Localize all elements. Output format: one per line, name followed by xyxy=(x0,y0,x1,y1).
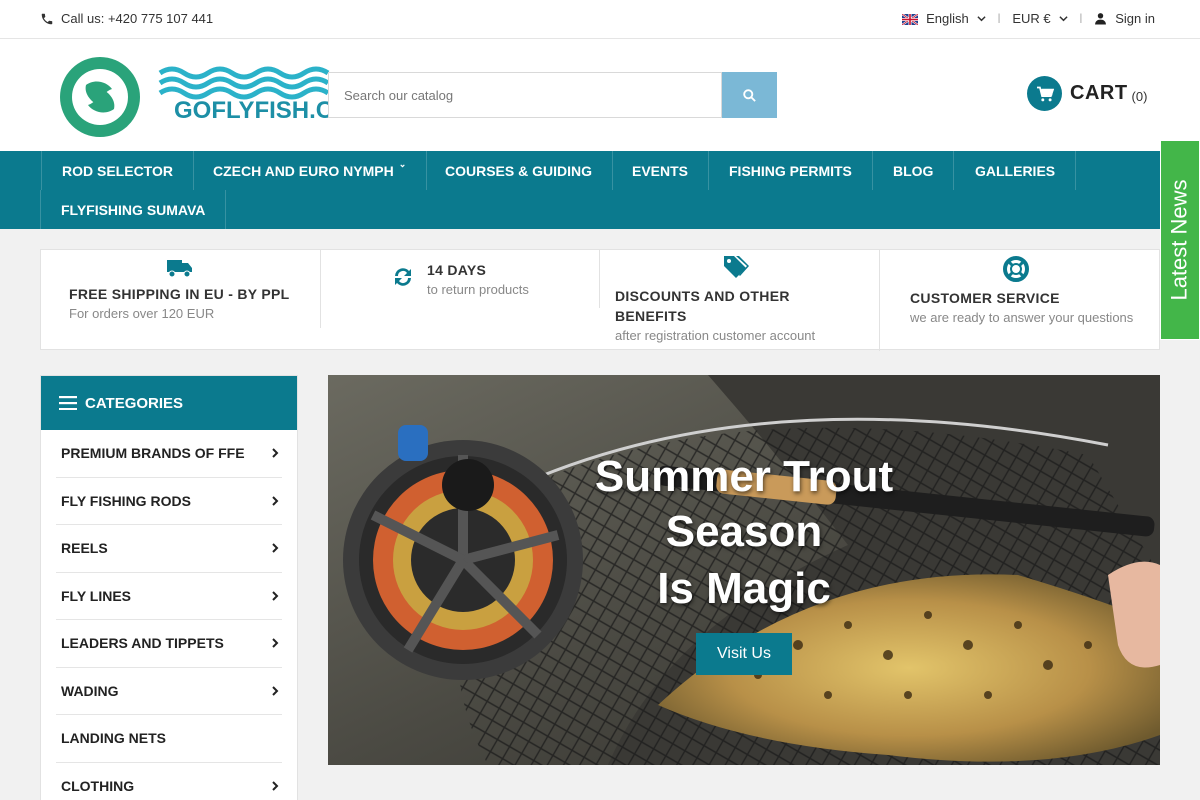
benefit-title: CUSTOMER SERVICE xyxy=(910,290,1060,306)
nav-label: FISHING PERMITS xyxy=(729,162,852,179)
category-label: FLY LINES xyxy=(61,587,132,604)
refresh-icon xyxy=(395,268,411,286)
search-icon xyxy=(743,88,756,102)
chevron-down-icon: ⌄ xyxy=(398,159,407,169)
chevron-down-icon[interactable] xyxy=(1059,14,1068,23)
benefit-returns: 14 DAYS to return products xyxy=(391,262,529,361)
category-item[interactable]: CLOTHING xyxy=(56,763,282,800)
svg-text:GOFLYFISH.CZ: GOFLYFISH.CZ xyxy=(174,97,348,124)
search-button[interactable] xyxy=(722,72,777,118)
main-navigation: ROD SELECTOR CZECH AND EURO NYMPH ⌄ COURS… xyxy=(0,151,1200,229)
search-bar: Search our catalog xyxy=(328,72,777,118)
nav-label: ROD SELECTOR xyxy=(62,162,173,179)
hero-banner[interactable]: Summer Trout Season Is Magic Visit Us xyxy=(328,375,1160,765)
nav-events[interactable]: EVENTS xyxy=(612,151,710,190)
hero-line: Summer Trout xyxy=(594,452,894,501)
chevron-down-icon[interactable] xyxy=(977,14,986,23)
nav-rod-selector[interactable]: ROD SELECTOR xyxy=(41,151,194,190)
cart-count: (0) xyxy=(1131,89,1148,104)
category-label: CLOTHING xyxy=(61,778,135,795)
nav-label: CZECH AND EURO NYMPH xyxy=(213,162,394,179)
category-item[interactable]: LANDING NETS xyxy=(56,715,282,763)
cart-label: CART xyxy=(1070,82,1128,104)
benefit-title: 14 DAYS xyxy=(427,262,487,278)
phone-icon xyxy=(41,13,53,24)
category-item[interactable]: FLY FISHING RODS xyxy=(56,478,282,525)
benefit-subtitle: we are ready to answer your questions xyxy=(910,310,1134,325)
categories-title: CATEGORIES xyxy=(85,394,184,412)
category-item[interactable]: FLY LINES xyxy=(56,573,282,620)
user-icon xyxy=(1095,13,1107,25)
search-input[interactable]: Search our catalog xyxy=(328,72,722,118)
latest-news-label: Latest News xyxy=(1167,179,1192,301)
currency-selector[interactable]: EUR € xyxy=(1012,11,1050,26)
category-label: PREMIUM BRANDS OF FFE xyxy=(61,445,245,462)
category-item[interactable]: REELS xyxy=(56,525,282,573)
nav-label: FLYFISHING SUMAVA xyxy=(61,201,206,218)
nav-courses-guiding[interactable]: COURSES & GUIDING xyxy=(425,151,614,190)
category-label: FLY FISHING RODS xyxy=(61,492,191,509)
truck-icon xyxy=(69,258,329,283)
cart-button[interactable]: CART (0) xyxy=(1027,76,1147,111)
chevron-right-icon[interactable] xyxy=(271,496,279,506)
sign-in-link[interactable]: Sign in xyxy=(1115,11,1155,26)
language-selector[interactable]: English xyxy=(926,11,969,26)
chevron-right-icon[interactable] xyxy=(271,543,279,553)
benefit-subtitle: to return products xyxy=(427,282,529,297)
nav-label: GALLERIES xyxy=(975,162,1056,179)
benefit-subtitle: after registration customer account xyxy=(615,328,816,343)
hero-line: Is Magic xyxy=(657,564,831,613)
nav-fishing-permits[interactable]: FISHING PERMITS xyxy=(709,151,873,190)
nav-flyfishing-sumava[interactable]: FLYFISHING SUMAVA xyxy=(40,190,227,229)
nav-blog[interactable]: BLOG xyxy=(873,151,955,190)
chevron-right-icon[interactable] xyxy=(271,781,279,791)
header: GOFLYFISH.CZ Search our catalog CART (0) xyxy=(0,39,1200,151)
benefit-shipping: FREE SHIPPING IN EU - BY PPL For orders … xyxy=(69,258,329,357)
menu-icon xyxy=(59,396,77,410)
uk-flag-icon xyxy=(901,13,919,26)
category-item[interactable]: PREMIUM BRANDS OF FFE xyxy=(56,430,282,478)
nav-label: BLOG xyxy=(893,162,934,179)
category-label: LEADERS AND TIPPETS xyxy=(61,635,224,652)
visit-us-button[interactable]: Visit Us xyxy=(696,633,792,675)
lifebuoy-icon xyxy=(910,256,1150,287)
tags-icon xyxy=(615,254,845,285)
category-label: WADING xyxy=(61,682,119,699)
category-item[interactable]: WADING xyxy=(56,668,282,715)
divider xyxy=(599,250,600,308)
divider xyxy=(320,250,321,328)
divider: | xyxy=(997,13,1001,24)
category-label: LANDING NETS xyxy=(61,730,166,747)
benefits-strip: FREE SHIPPING IN EU - BY PPL For orders … xyxy=(40,249,1160,353)
category-item[interactable]: LEADERS AND TIPPETS xyxy=(56,620,282,668)
category-label: REELS xyxy=(61,540,108,557)
benefit-discounts: DISCOUNTS AND OTHER BENEFITS after regis… xyxy=(615,254,845,353)
top-bar: Call us: +420 775 107 441 English | EUR … xyxy=(0,0,1200,39)
site-logo[interactable]: GOFLYFISH.CZ xyxy=(58,55,358,139)
benefit-title: DISCOUNTS AND OTHER BENEFITS xyxy=(615,288,790,324)
nav-czech-euro-nymph[interactable]: CZECH AND EURO NYMPH ⌄ xyxy=(193,151,428,190)
benefit-title: FREE SHIPPING IN EU - BY PPL xyxy=(69,286,290,302)
hero-headline: Summer Trout Season Is Magic xyxy=(328,449,1160,616)
divider: | xyxy=(1079,13,1083,24)
nav-label: EVENTS xyxy=(632,162,689,179)
call-us[interactable]: Call us: +420 775 107 441 xyxy=(40,11,213,26)
latest-news-tab[interactable]: Latest News xyxy=(1160,140,1200,340)
chevron-right-icon[interactable] xyxy=(271,448,279,458)
benefit-customer-service: CUSTOMER SERVICE we are ready to answer … xyxy=(910,256,1150,355)
nav-label: COURSES & GUIDING xyxy=(445,162,593,179)
divider xyxy=(879,250,880,351)
chevron-right-icon[interactable] xyxy=(271,638,279,648)
hero-line: Season xyxy=(665,507,823,556)
nav-galleries[interactable]: GALLERIES xyxy=(955,151,1077,190)
categories-panel: CATEGORIES PREMIUM BRANDS OF FFE FLY FISH… xyxy=(40,375,298,800)
categories-header[interactable]: CATEGORIES xyxy=(41,376,297,430)
call-us-text: Call us: +420 775 107 441 xyxy=(61,11,214,26)
chevron-right-icon[interactable] xyxy=(271,591,279,601)
chevron-right-icon[interactable] xyxy=(271,686,279,696)
categories-list: PREMIUM BRANDS OF FFE FLY FISHING RODS REE… xyxy=(41,430,297,800)
benefit-subtitle: For orders over 120 EUR xyxy=(69,306,215,321)
cart-icon xyxy=(1027,76,1062,111)
